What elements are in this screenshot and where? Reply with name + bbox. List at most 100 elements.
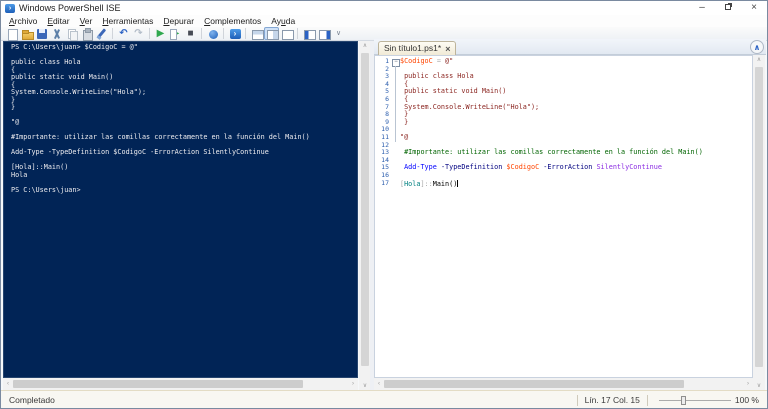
close-button[interactable]: × [741, 1, 767, 15]
editor-line: 7 System.Console.WriteLine("Hola"); [375, 104, 752, 112]
start-powershell-icon [229, 28, 241, 40]
menu-editar[interactable]: Editar [42, 15, 74, 27]
clear-console-pane-icon [96, 28, 108, 40]
code-text: public static void Main() [400, 88, 506, 96]
fold-collapse-icon[interactable] [391, 58, 400, 66]
status-message: Completado [1, 395, 570, 405]
tab-close-icon[interactable]: × [445, 44, 450, 54]
copy-button[interactable] [64, 27, 79, 40]
console-hscroll-thumb[interactable] [13, 380, 303, 388]
code-text: #Importante: utilizar las comillas corre… [400, 149, 703, 157]
menu-depurar[interactable]: Depurar [158, 15, 199, 27]
console-line: #Importante: utilizar las comillas corre… [11, 134, 357, 142]
restore-button[interactable] [715, 1, 741, 15]
new-script-icon [6, 28, 18, 40]
console-line: } [11, 97, 357, 105]
open-script-button[interactable] [19, 27, 34, 40]
script-pane-maximized-icon [281, 28, 293, 40]
fold-column [391, 134, 400, 142]
save-script-button[interactable] [34, 27, 49, 40]
minimize-button[interactable]: – [689, 1, 715, 15]
editor-hscroll-thumb[interactable] [384, 380, 684, 388]
editor-line: 5 public static void Main() [375, 88, 752, 96]
expand-script-pane-button[interactable]: ∧ [750, 40, 764, 54]
zoom-slider[interactable] [659, 400, 731, 401]
new-script-button[interactable] [4, 27, 19, 40]
fold-column [391, 149, 400, 157]
script-tab-label: Sin título1.ps1* [384, 42, 441, 55]
status-bar: Completado Lín. 17 Col. 15 100 % [1, 390, 768, 409]
menu-archivo[interactable]: Archivo [4, 15, 42, 27]
fold-column [391, 66, 400, 74]
main-area: PS C:\Users\juan> $CodigoC = @" public c… [1, 41, 768, 390]
restore-icon [725, 4, 731, 10]
scroll-left-icon[interactable]: ‹ [3, 381, 13, 387]
text-cursor [457, 180, 458, 187]
run-selection-button[interactable]: ▶ [168, 27, 183, 40]
stop-operation-icon: ■ [185, 28, 197, 40]
fold-column [391, 88, 400, 96]
console-line: } [11, 104, 357, 112]
editor-line: 13 #Importante: utilizar las comillas co… [375, 149, 752, 157]
menu-ayuda[interactable]: Ayuda [266, 15, 300, 27]
console-pane[interactable]: PS C:\Users\juan> $CodigoC = @" public c… [3, 41, 358, 378]
clear-console-pane-button[interactable] [94, 27, 109, 40]
editor-vscroll-thumb[interactable] [755, 67, 763, 367]
script-editor[interactable]: 1$CodigoC = @"2 3 public class Hola4 {5 … [374, 55, 753, 378]
scroll-left-icon[interactable]: ‹ [374, 381, 384, 387]
status-separator [647, 395, 648, 406]
menu-herramientas[interactable]: Herramientas [97, 15, 158, 27]
scroll-down-icon[interactable]: ∨ [753, 382, 765, 389]
open-script-icon [21, 28, 33, 40]
script-pane-container: Sin título1.ps1* × ∧ 1$CodigoC = @"2 3 p… [374, 39, 766, 390]
powershell-ise-window: › Windows PowerShell ISE – × ArchivoEdit… [0, 0, 768, 409]
toolbar-separator [201, 28, 202, 39]
menu-complementos[interactable]: Complementos [199, 15, 266, 27]
stop-operation-button[interactable]: ■ [183, 27, 198, 40]
new-remote-powershell-tab-button[interactable] [205, 27, 220, 40]
redo-icon: ↷ [133, 28, 145, 40]
console-line: Hola [11, 172, 357, 180]
paste-button[interactable] [79, 27, 94, 40]
run-script-icon: ▶ [155, 28, 167, 40]
script-pane-top-button[interactable] [249, 27, 264, 40]
undo-icon: ↶ [118, 28, 130, 40]
scroll-right-icon[interactable]: › [348, 381, 358, 387]
run-script-button[interactable]: ▶ [153, 27, 168, 40]
zoom-slider-thumb[interactable] [681, 396, 686, 405]
console-line: System.Console.WriteLine("Hola"); [11, 89, 357, 97]
script-pane-maximized-button[interactable] [279, 27, 294, 40]
editor-line: 16 [375, 172, 752, 180]
console-horizontal-scrollbar[interactable]: ‹ › [3, 378, 358, 390]
console-pane-container: PS C:\Users\juan> $CodigoC = @" public c… [3, 41, 370, 390]
editor-line: 3 public class Hola [375, 73, 752, 81]
copy-icon [66, 28, 78, 40]
code-text: Add-Type -TypeDefinition $CodigoC -Error… [400, 164, 662, 172]
scroll-right-icon[interactable]: › [743, 381, 753, 387]
fold-column [391, 180, 400, 188]
script-tab[interactable]: Sin título1.ps1* × [378, 41, 456, 55]
line-number: 17 [375, 180, 391, 188]
script-pane-right-icon [266, 28, 278, 40]
toolbar-separator [245, 28, 246, 39]
toolbar-separator [149, 28, 150, 39]
script-pane-right-button[interactable] [264, 27, 279, 40]
show-command-addon-button[interactable] [316, 27, 331, 40]
new-remote-powershell-tab-icon [207, 28, 219, 40]
console-vscroll-thumb[interactable] [361, 53, 369, 366]
code-text [400, 172, 404, 180]
editor-vertical-scrollbar[interactable]: ∧ ∨ [753, 55, 765, 390]
cut-button[interactable] [49, 27, 64, 40]
show-command-window-button[interactable] [301, 27, 316, 40]
cut-icon [51, 28, 63, 40]
toolbar-overflow-button[interactable]: ∨ [331, 27, 346, 40]
editor-horizontal-scrollbar[interactable]: ‹ › [374, 378, 753, 390]
redo-button[interactable]: ↷ [131, 27, 146, 40]
undo-button[interactable]: ↶ [116, 27, 131, 40]
menu-ver[interactable]: Ver [75, 15, 98, 27]
scroll-up-icon[interactable]: ∧ [753, 56, 765, 63]
start-powershell-button[interactable] [227, 27, 242, 40]
code-text: $CodigoC = @" [400, 58, 453, 66]
console-line: public static void Main() [11, 74, 357, 82]
zoom-level: 100 % [735, 395, 768, 405]
